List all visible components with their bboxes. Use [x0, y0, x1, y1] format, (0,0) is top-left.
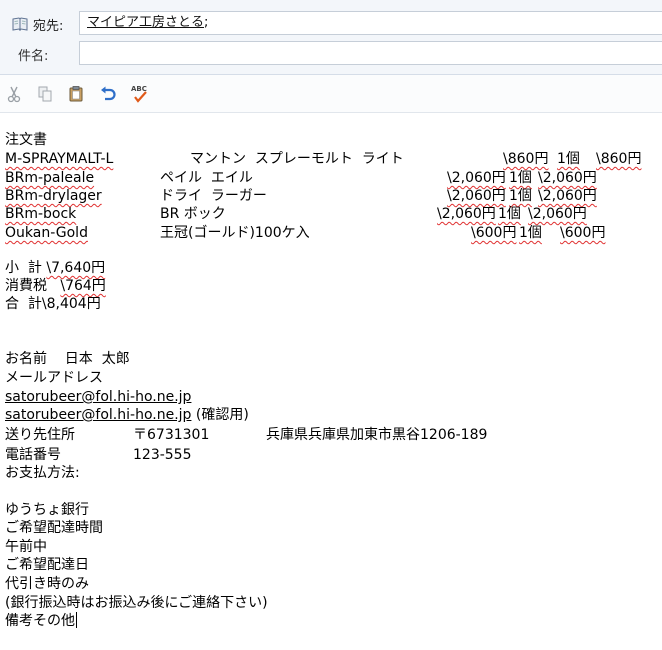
cut-icon[interactable] [4, 84, 24, 104]
subject-field[interactable] [79, 41, 662, 65]
to-button-label: 宛先: [33, 18, 64, 34]
item-price: \2,060円 [447, 188, 506, 204]
item-name: 王冠(ゴールド)100ケ入 [160, 225, 310, 241]
item-total: \600円 [560, 225, 606, 241]
phone-label: 電話番号 [5, 447, 61, 463]
address-book-icon [12, 17, 28, 32]
order-title: 注文書 [5, 132, 47, 148]
customer-name: お名前 日本 太郎 [5, 351, 130, 367]
spellcheck-icon[interactable]: ABC [130, 84, 150, 104]
payment-label: お支払方法: [5, 465, 80, 481]
delivery-time-value: 午前中 [5, 539, 47, 555]
email-value[interactable]: satorubeer@fol.hi-ho.ne.jp [5, 388, 191, 406]
tax-line: 消費税 \764円 [5, 278, 106, 294]
item-qty: 1個 [498, 206, 521, 222]
recipient-chip[interactable]: マイピア工房さとる [87, 15, 204, 30]
item-price: \2,060円 [447, 170, 506, 186]
delivery-date-value: 代引き時のみ [5, 576, 89, 592]
email-label: メールアドレス [5, 370, 103, 386]
copy-icon[interactable] [35, 84, 55, 104]
subject-row: 件名: [0, 41, 662, 67]
undo-icon[interactable] [98, 84, 118, 104]
item-code: BRm-drylager [5, 188, 102, 204]
item-price: \600円 [471, 225, 517, 241]
item-code: BRm-bock [5, 206, 77, 222]
item-name: ドライ ラーガー [160, 188, 267, 204]
item-total: \2,060円 [538, 170, 597, 186]
item-total: \2,060円 [528, 206, 587, 222]
email-confirm[interactable]: satorubeer@fol.hi-ho.ne.jp (確認用) [5, 406, 249, 424]
remarks-line: 備考その他 [5, 612, 77, 629]
item-name: ペイル エイル [160, 170, 253, 186]
item-name: マントン スプレーモルト ライト [190, 151, 404, 167]
item-price: \860円 [503, 151, 549, 167]
formatting-toolbar: ABC [0, 75, 662, 113]
phone-value: 123-555 [133, 447, 192, 463]
item-price: \2,060円 [437, 206, 496, 222]
address-value: 兵庫県兵庫県加東市黒谷1206-189 [266, 427, 488, 443]
paste-icon[interactable] [66, 84, 86, 104]
delivery-date-label: ご希望配達日 [5, 557, 89, 573]
item-code: BRm-paleale [5, 170, 95, 186]
to-button[interactable]: 宛先: [12, 13, 63, 35]
address-label: 送り先住所 [5, 427, 75, 443]
to-row: 宛先: マイピア工房さとる; [0, 11, 662, 37]
item-total: \860円 [596, 151, 642, 167]
item-qty: 1個 [509, 170, 532, 186]
text-caret [76, 612, 77, 628]
item-total: \2,060円 [538, 188, 597, 204]
delivery-time-label: ご希望配達時間 [5, 520, 103, 536]
to-field[interactable]: マイピア工房さとる; [79, 11, 662, 35]
recipient-separator: ; [204, 15, 209, 30]
message-body[interactable]: 注文書 M-SPRAYMALT-L マントン スプレーモルト ライト \860円… [0, 113, 662, 650]
spellcheck-text: ABC [131, 85, 147, 93]
item-qty: 1個 [519, 225, 542, 241]
total-line: 合 計\8,404円 [5, 296, 101, 312]
item-code: M-SPRAYMALT-L [5, 151, 114, 167]
subtotal-line: 小 計 \7,640円 [5, 260, 106, 276]
subject-label: 件名: [18, 49, 49, 64]
payment-note: (銀行振込時はお振込み後にご連絡下さい) [5, 595, 268, 611]
item-qty: 1個 [557, 151, 580, 167]
postal-code: 〒6731301 [133, 427, 210, 443]
item-name: BR ボック [160, 206, 226, 222]
item-qty: 1個 [509, 188, 532, 204]
item-code: Oukan-Gold [5, 225, 88, 241]
message-header: 宛先: マイピア工房さとる; 件名: [0, 0, 662, 75]
payment-value: ゆうちょ銀行 [5, 502, 89, 518]
